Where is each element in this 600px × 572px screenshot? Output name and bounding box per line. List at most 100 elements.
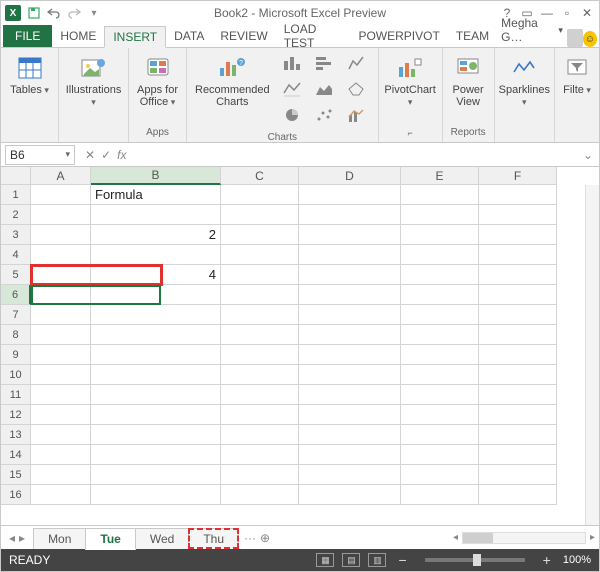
cell-C16[interactable] [221,485,299,505]
combo-chart-icon[interactable] [346,106,366,124]
cell-B16[interactable] [91,485,221,505]
tab-powerpivot[interactable]: POWERPIVOT [350,25,447,47]
tab-team[interactable]: TEAM [448,25,497,47]
cell-A1[interactable] [31,185,91,205]
cell-D10[interactable] [299,365,401,385]
cell-F4[interactable] [479,245,557,265]
cell-C10[interactable] [221,365,299,385]
cell-A3[interactable] [31,225,91,245]
cell-A12[interactable] [31,405,91,425]
row-header[interactable]: 3 [1,225,31,245]
hscroll-track[interactable] [462,532,586,544]
cell-D2[interactable] [299,205,401,225]
cell-F2[interactable] [479,205,557,225]
cell-D4[interactable] [299,245,401,265]
cell-B1[interactable]: Formula [91,185,221,205]
hscroll-thumb[interactable] [463,533,493,543]
zoom-out-icon[interactable]: − [394,552,410,568]
col-header-B[interactable]: B [91,167,221,185]
cell-C5[interactable] [221,265,299,285]
feedback-smiley-icon[interactable]: ☺ [583,31,597,47]
cell-C11[interactable] [221,385,299,405]
sheet-tab-tue[interactable]: Tue [85,528,135,550]
name-box[interactable]: B6 ▾ [5,145,75,165]
hscroll-right-icon[interactable]: ▸ [590,532,595,543]
cell-A10[interactable] [31,365,91,385]
expand-formula-bar-icon[interactable]: ⌄ [577,148,599,162]
cell-A14[interactable] [31,445,91,465]
cell-B4[interactable] [91,245,221,265]
cell-F15[interactable] [479,465,557,485]
cell-B14[interactable] [91,445,221,465]
zoom-slider[interactable] [425,558,525,562]
line-chart-icon[interactable] [282,80,302,98]
row-header[interactable]: 13 [1,425,31,445]
cell-E5[interactable] [401,265,479,285]
horizontal-scrollbar[interactable]: ◂ ▸ [449,526,599,549]
row-header[interactable]: 2 [1,205,31,225]
cell-F8[interactable] [479,325,557,345]
enter-formula-icon[interactable]: ✓ [101,148,111,162]
cell-D1[interactable] [299,185,401,205]
cell-A7[interactable] [31,305,91,325]
cell-E4[interactable] [401,245,479,265]
col-header-F[interactable]: F [479,167,557,185]
cell-C3[interactable] [221,225,299,245]
row-header[interactable]: 4 [1,245,31,265]
cell-D9[interactable] [299,345,401,365]
page-layout-view-icon[interactable]: ▤ [342,553,360,567]
tab-review[interactable]: REVIEW [212,25,275,47]
cell-D8[interactable] [299,325,401,345]
cell-C7[interactable] [221,305,299,325]
cell-B6[interactable] [91,285,221,305]
close-icon[interactable]: ✕ [579,5,595,21]
sheet-tab-mon[interactable]: Mon [33,528,86,549]
page-break-view-icon[interactable]: ▥ [368,553,386,567]
fx-icon[interactable]: fx [117,148,126,162]
cell-D3[interactable] [299,225,401,245]
cell-E2[interactable] [401,205,479,225]
cell-A9[interactable] [31,345,91,365]
cell-B2[interactable] [91,205,221,225]
cell-B12[interactable] [91,405,221,425]
cell-D16[interactable] [299,485,401,505]
cell-F3[interactable] [479,225,557,245]
cell-B9[interactable] [91,345,221,365]
cell-A13[interactable] [31,425,91,445]
radar-chart-icon[interactable] [346,80,366,98]
sheet-tab-thu[interactable]: Thu [188,528,239,549]
cell-C9[interactable] [221,345,299,365]
sheet-nav-next-icon[interactable]: ▸ [19,531,25,545]
cell-E10[interactable] [401,365,479,385]
undo-icon[interactable] [47,6,61,20]
tab-insert[interactable]: INSERT [104,26,166,48]
cell-D6[interactable] [299,285,401,305]
bar-chart-icon[interactable] [314,54,334,72]
row-header[interactable]: 15 [1,465,31,485]
scatter-chart-icon[interactable] [314,106,334,124]
cell-E3[interactable] [401,225,479,245]
tab-data[interactable]: DATA [166,25,212,47]
col-header-A[interactable]: A [31,167,91,185]
cell-E15[interactable] [401,465,479,485]
cell-A16[interactable] [31,485,91,505]
row-header[interactable]: 10 [1,365,31,385]
cell-E11[interactable] [401,385,479,405]
apps-for-office-button[interactable]: Apps for Office [132,52,184,110]
cell-D15[interactable] [299,465,401,485]
cell-C6[interactable] [221,285,299,305]
pivotchart-button[interactable]: PivotChart [380,52,439,110]
cell-D5[interactable] [299,265,401,285]
cell-E7[interactable] [401,305,479,325]
row-header[interactable]: 16 [1,485,31,505]
col-header-D[interactable]: D [299,167,401,185]
zoom-slider-knob[interactable] [473,554,481,566]
recommended-charts-button[interactable]: ? Recommended Charts [191,52,274,110]
cell-F11[interactable] [479,385,557,405]
cancel-formula-icon[interactable]: ✕ [85,148,95,162]
stock-chart-icon[interactable] [346,54,366,72]
area-chart-icon[interactable] [314,80,334,98]
row-header[interactable]: 5 [1,265,31,285]
cell-E9[interactable] [401,345,479,365]
cell-F12[interactable] [479,405,557,425]
